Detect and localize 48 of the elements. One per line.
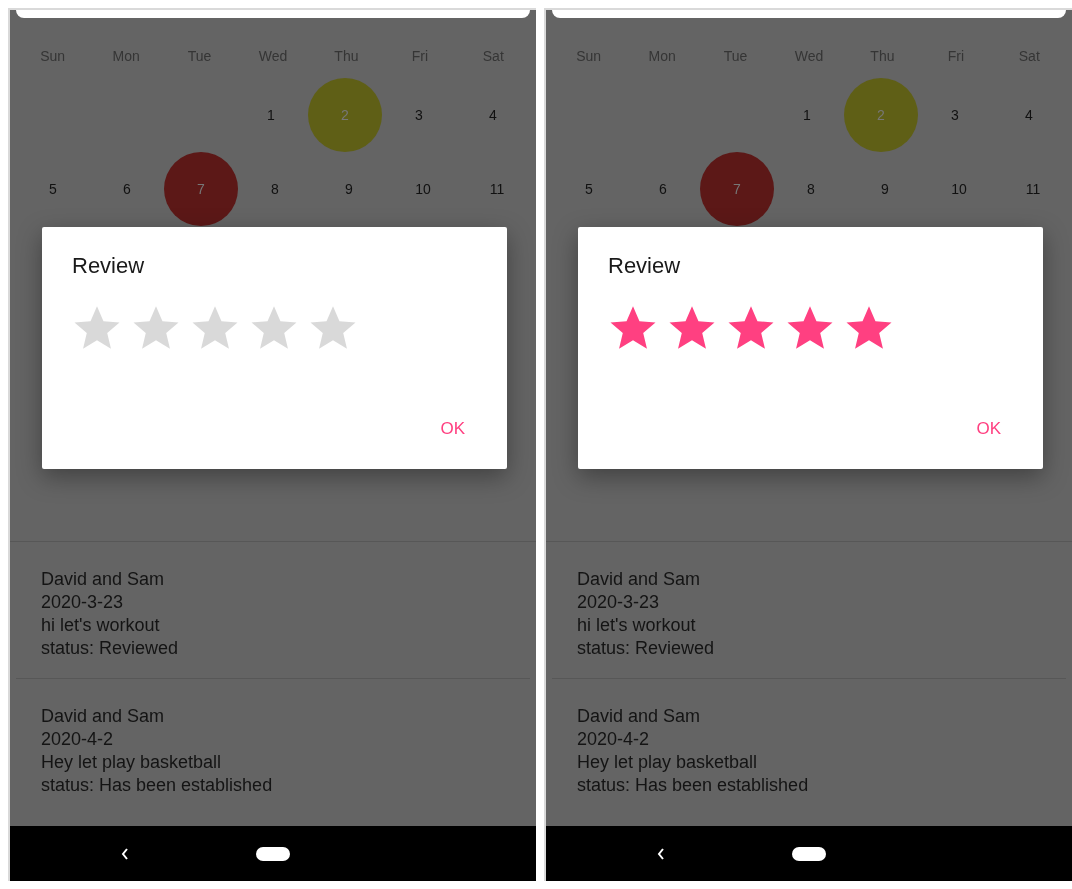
day-number[interactable]: 3 xyxy=(382,78,456,152)
day-number[interactable]: 10 xyxy=(386,152,460,226)
day-number[interactable]: 3 xyxy=(918,78,992,152)
event-status: status: Reviewed xyxy=(577,637,716,660)
event-date: 2020-3-23 xyxy=(577,591,661,614)
event-date: 2020-3-23 xyxy=(41,591,125,614)
event-item[interactable]: David and Sam 2020-4-2 Hey let play basketball status: Has been established xyxy=(16,679,530,815)
home-pill[interactable] xyxy=(256,846,290,861)
event-message: Hey let play basketball xyxy=(577,751,759,774)
back-icon[interactable] xyxy=(120,846,130,861)
day-number[interactable]: 5 xyxy=(552,152,626,226)
event-date: 2020-4-2 xyxy=(577,728,651,751)
day-number[interactable]: 5 xyxy=(16,152,90,226)
event-title: David and Sam xyxy=(41,705,166,728)
event-item[interactable]: David and Sam 2020-3-23 hi let's workout status: Reviewed xyxy=(552,542,1066,679)
dialog-title: Review xyxy=(72,253,146,279)
event-title: David and Sam xyxy=(577,705,702,728)
event-status: status: Has been established xyxy=(41,774,274,797)
marked-day[interactable]: 7 xyxy=(700,152,774,226)
day-number[interactable]: 1 xyxy=(770,78,844,152)
event-message: hi let's workout xyxy=(577,614,697,637)
day-number[interactable]: 9 xyxy=(848,152,922,226)
day-number[interactable]: 11 xyxy=(996,152,1070,226)
event-status: status: Reviewed xyxy=(41,637,180,660)
event-title: David and Sam xyxy=(41,568,166,591)
home-pill[interactable] xyxy=(792,846,826,861)
event-date: 2020-4-2 xyxy=(41,728,115,751)
day-number[interactable]: 9 xyxy=(312,152,386,226)
ok-button[interactable]: OK xyxy=(966,413,1011,445)
day-number[interactable]: 10 xyxy=(922,152,996,226)
marked-day[interactable]: 7 xyxy=(164,152,238,226)
day-number[interactable]: 4 xyxy=(992,78,1066,152)
event-item[interactable]: David and Sam 2020-4-2 Hey let play basketball status: Has been established xyxy=(552,679,1066,815)
day-number[interactable]: 1 xyxy=(234,78,308,152)
event-title: David and Sam xyxy=(577,568,702,591)
day-number[interactable]: 4 xyxy=(456,78,530,152)
back-icon[interactable] xyxy=(656,846,666,861)
day-number[interactable]: 6 xyxy=(626,152,700,226)
event-message: hi let's workout xyxy=(41,614,161,637)
ok-button[interactable]: OK xyxy=(430,413,475,445)
event-message: Hey let play basketball xyxy=(41,751,223,774)
event-status: status: Has been established xyxy=(577,774,810,797)
event-item[interactable]: David and Sam 2020-3-23 hi let's workout status: Reviewed xyxy=(16,542,530,679)
day-number[interactable]: 8 xyxy=(774,152,848,226)
day-number[interactable]: 6 xyxy=(90,152,164,226)
day-number[interactable]: 8 xyxy=(238,152,312,226)
day-number[interactable]: 11 xyxy=(460,152,534,226)
dialog-title: Review xyxy=(608,253,682,279)
